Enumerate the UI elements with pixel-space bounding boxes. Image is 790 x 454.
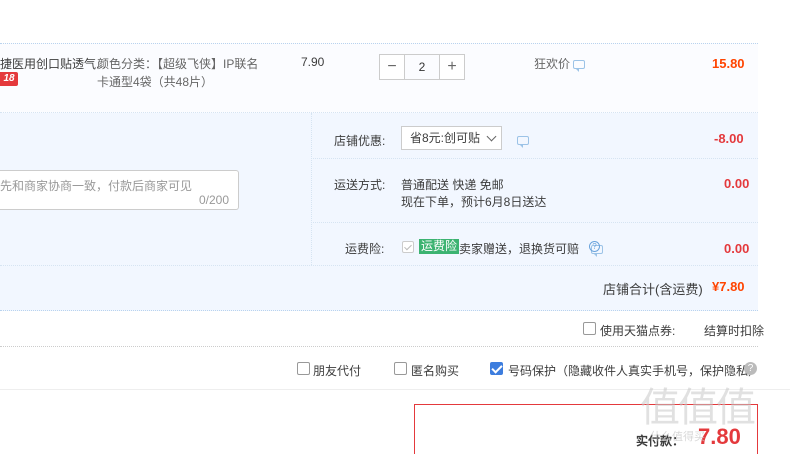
promo-badge: 18 <box>0 72 18 86</box>
divider <box>0 346 758 347</box>
insurance-description: 卖家赠送，退换货可赔 <box>459 240 579 257</box>
message-placeholder: 先和商家协商一致，付款后商家可见 <box>0 179 193 193</box>
shipping-label: 运送方式: <box>334 178 386 192</box>
coupon-select-value: 省8元:创可贴 <box>410 131 481 145</box>
shop-discount-amount: -8.00 <box>714 131 744 146</box>
settle-label: 结算时扣除 <box>704 324 765 338</box>
shipping-method: 普通配送 快递 免邮 <box>401 178 504 192</box>
help-icon[interactable]: ? <box>744 362 757 375</box>
coupon-select[interactable]: 省8元:创可贴 <box>401 126 502 150</box>
unit-price: 7.90 <box>301 55 325 69</box>
friend-pay-label[interactable]: 朋友代付 <box>313 362 361 379</box>
phone-protect-checkbox[interactable] <box>490 362 503 375</box>
qty-plus-button[interactable]: + <box>439 54 465 80</box>
insurance-checkbox[interactable] <box>402 241 414 253</box>
tmall-coupon-checkbox[interactable] <box>583 322 596 335</box>
insurance-tag: 运费险 <box>419 239 460 254</box>
chevron-down-icon <box>486 131 497 142</box>
discount-label-text: 狂欢价 <box>534 57 571 71</box>
item-total: 15.80 <box>712 56 745 71</box>
qty-input[interactable]: 2 <box>405 54 439 80</box>
insurance-description-text: 卖家赠送，退换货可赔 <box>459 242 580 256</box>
comment-icon[interactable] <box>517 136 529 149</box>
tmall-coupon-label[interactable]: 使用天猫点券: <box>600 322 675 339</box>
qty-minus-button[interactable]: − <box>379 54 405 80</box>
question-icon[interactable]: ? <box>589 241 600 252</box>
divider <box>0 265 758 266</box>
message-char-count: 0/200 <box>199 193 230 207</box>
watermark-logo: 值值值 <box>640 385 756 431</box>
friend-pay-checkbox[interactable] <box>297 362 310 375</box>
quantity-stepper: − 2 + <box>379 54 465 80</box>
anonymous-label[interactable]: 匿名购买 <box>411 362 459 379</box>
anonymous-checkbox[interactable] <box>394 362 407 375</box>
watermark-text: 什么值得买 <box>650 431 705 443</box>
divider <box>311 222 758 223</box>
shipping-amount: 0.00 <box>724 176 750 191</box>
shop-total-label: 店铺合计(含运费) <box>603 282 703 297</box>
insurance-amount: 0.00 <box>724 241 750 256</box>
product-sku: 颜色分类：【超级飞侠】IP联名卡通型4袋（共48片） <box>97 57 259 89</box>
insurance-label: 运费险: <box>345 242 385 256</box>
comment-icon[interactable] <box>573 60 586 73</box>
product-name[interactable]: 捷医用创口贴透气... <box>0 55 106 72</box>
shop-discount-label: 店铺优惠: <box>334 134 386 148</box>
shop-total-value: ¥7.80 <box>712 279 745 294</box>
divider <box>311 158 758 159</box>
shipping-eta: 现在下单，预计6月8日送达 <box>401 195 547 209</box>
discount-label: 狂欢价 <box>534 55 586 73</box>
